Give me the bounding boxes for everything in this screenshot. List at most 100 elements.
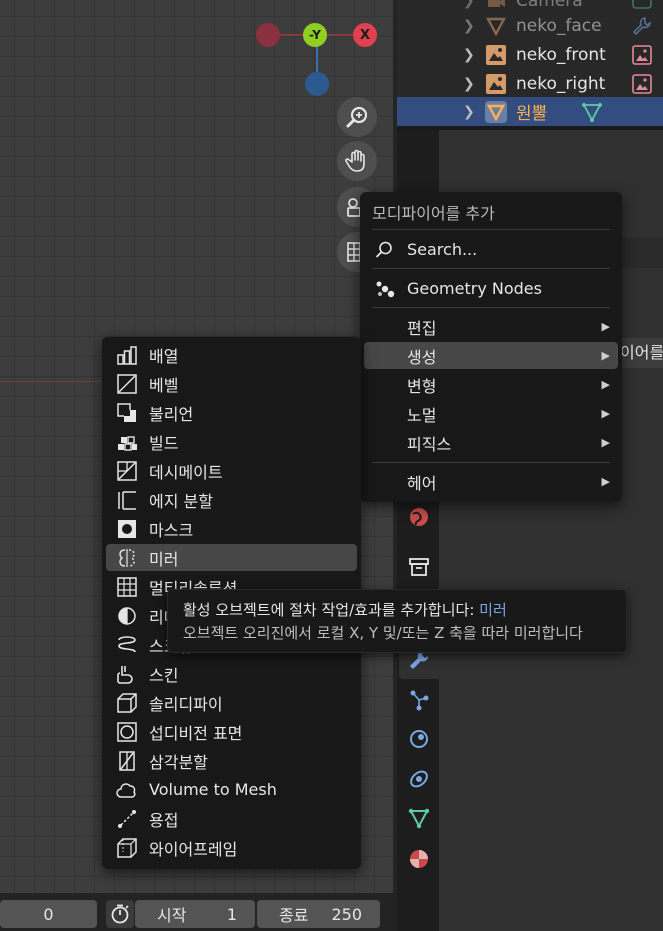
end-frame-value: 250 xyxy=(331,904,362,924)
menu-separator xyxy=(372,307,610,308)
tab-particles[interactable] xyxy=(405,686,433,714)
geometry-nodes-label: Geometry Nodes xyxy=(407,279,542,298)
menu-item-label: 섭디비전 표면 xyxy=(149,723,243,743)
zoom-icon xyxy=(346,106,368,128)
menu-item-label: 변형 xyxy=(407,376,437,396)
add-modifier-button[interactable]: 이어를 xyxy=(620,338,663,368)
area-divider[interactable] xyxy=(397,126,663,130)
menu-item-subdivision-surface[interactable]: 섭디비전 표면 xyxy=(106,718,357,745)
image-object-icon xyxy=(486,44,506,65)
start-frame-field[interactable]: 시작 1 xyxy=(135,900,255,928)
menu-item-label: 삼각분할 xyxy=(149,752,208,772)
menu-item-geometry-nodes[interactable]: Geometry Nodes xyxy=(364,275,618,302)
menu-item-solidify[interactable]: 솔리디파이 xyxy=(106,689,357,716)
menu-item-mask[interactable]: 마스크 xyxy=(106,515,357,542)
menu-item-label: Volume to Mesh xyxy=(149,780,277,799)
menu-item-triangulate[interactable]: 삼각분할 xyxy=(106,747,357,774)
edge-split-modifier-icon xyxy=(118,490,136,510)
mirror-modifier-icon xyxy=(119,548,135,567)
remesh-modifier-icon xyxy=(118,606,136,625)
chevron-right-icon[interactable]: ❯ xyxy=(463,18,475,34)
current-frame-field[interactable]: 0 xyxy=(0,900,97,928)
use-preview-range-button[interactable] xyxy=(106,900,134,928)
screw-modifier-icon xyxy=(118,635,136,652)
menu-item-label: 마스크 xyxy=(149,520,194,540)
menu-item-generate[interactable]: 생성 ▶ xyxy=(364,342,618,369)
menu-item-mirror[interactable]: 미러 xyxy=(106,544,357,571)
menu-item-deform[interactable]: 변형 ▶ xyxy=(364,371,618,398)
gizmo-x-handle[interactable]: X xyxy=(353,23,377,47)
collection-box-icon xyxy=(409,558,429,576)
menu-item-label: 생성 xyxy=(407,347,437,367)
chevron-right-icon[interactable]: ❯ xyxy=(463,0,475,9)
decimate-modifier-icon xyxy=(117,460,137,481)
tab-world[interactable] xyxy=(405,503,433,531)
wrench-icon xyxy=(632,16,651,35)
menu-item-label: 스킨 xyxy=(149,665,179,685)
physics-icon xyxy=(410,730,428,748)
submenu-arrow-icon: ▶ xyxy=(601,475,610,488)
mesh-data-icon xyxy=(582,102,602,122)
menu-item-bevel[interactable]: 베벨 xyxy=(106,370,357,397)
camera-object-icon xyxy=(488,0,505,7)
menu-item-array[interactable]: 배열 xyxy=(106,341,357,368)
pan-button[interactable] xyxy=(337,141,377,181)
end-frame-field[interactable]: 종료 250 xyxy=(257,900,380,928)
menu-item-physics[interactable]: 피직스 ▶ xyxy=(364,429,618,456)
menu-title: 모디파이어를 추가 xyxy=(372,204,495,223)
outliner-row-cone-selected[interactable]: ❯ 원뿔 xyxy=(397,97,663,126)
menu-search[interactable]: Search... xyxy=(364,236,618,263)
gizmo-neg-z-handle[interactable] xyxy=(305,72,329,96)
mask-modifier-icon xyxy=(118,519,136,538)
outliner-row-neko-right[interactable]: ❯ neko_right xyxy=(397,69,663,98)
camera-data-icon xyxy=(632,0,652,9)
menu-item-edit[interactable]: 편집 ▶ xyxy=(364,313,618,340)
subsurf-modifier-icon xyxy=(117,721,137,742)
tab-data[interactable] xyxy=(405,804,433,832)
cone-object-icon xyxy=(486,17,506,37)
menu-item-label: 데시메이트 xyxy=(149,462,223,482)
tooltip-operator-name: 미러 xyxy=(479,601,507,619)
weld-modifier-icon xyxy=(118,809,136,828)
menu-item-build[interactable]: 빌드 xyxy=(106,428,357,455)
tab-constraints[interactable] xyxy=(405,765,433,793)
properties-field[interactable] xyxy=(620,238,663,268)
menu-item-skin[interactable]: 스킨 xyxy=(106,660,357,687)
menu-item-boolean[interactable]: 불리언 xyxy=(106,399,357,426)
gizmo-neg-y-handle[interactable]: -Y xyxy=(303,23,327,47)
menu-item-weld[interactable]: 용접 xyxy=(106,805,357,832)
gizmo-neg-y-label: -Y xyxy=(309,28,321,42)
chevron-right-icon[interactable]: ❯ xyxy=(463,76,475,92)
chevron-right-icon[interactable]: ❯ xyxy=(463,104,475,120)
solidify-modifier-icon xyxy=(117,692,137,713)
submenu-arrow-icon: ▶ xyxy=(601,320,610,333)
outliner-row-label: Camera xyxy=(516,0,583,11)
volume-to-mesh-icon xyxy=(116,782,136,798)
zoom-button[interactable] xyxy=(337,97,377,137)
submenu-arrow-icon: ▶ xyxy=(601,407,610,420)
tab-physics[interactable] xyxy=(405,725,433,753)
stopwatch-icon xyxy=(111,904,129,924)
constraint-icon xyxy=(410,770,428,788)
menu-item-decimate[interactable]: 데시메이트 xyxy=(106,457,357,484)
chevron-right-icon[interactable]: ❯ xyxy=(463,47,475,63)
particles-icon xyxy=(410,690,429,711)
menu-item-volume-to-mesh[interactable]: Volume to Mesh xyxy=(106,776,357,803)
tab-material[interactable] xyxy=(405,845,433,873)
gizmo-neg-x-handle[interactable] xyxy=(256,23,280,47)
menu-item-edge-split[interactable]: 에지 분할 xyxy=(106,486,357,513)
boolean-modifier-icon xyxy=(117,402,136,422)
outliner-row-neko-front[interactable]: ❯ neko_front xyxy=(397,40,663,69)
gizmo-x-label: X xyxy=(359,27,371,43)
search-label: Search... xyxy=(407,240,478,259)
menu-item-hair[interactable]: 헤어 ▶ xyxy=(364,468,618,495)
tab-collection[interactable] xyxy=(405,553,433,581)
menu-item-wireframe[interactable]: 와이어프레임 xyxy=(106,834,357,861)
menu-item-label: 빌드 xyxy=(149,433,179,453)
outliner-row-neko-face[interactable]: ❯ neko_face xyxy=(397,11,663,40)
outliner-row-label: neko_face xyxy=(516,15,602,36)
build-modifier-icon xyxy=(118,435,137,451)
menu-item-normals[interactable]: 노멀 ▶ xyxy=(364,400,618,427)
skin-modifier-icon xyxy=(117,665,133,684)
outliner[interactable]: ❯ Camera ❯ neko_face ❯ neko_front ❯ neko… xyxy=(397,0,663,126)
